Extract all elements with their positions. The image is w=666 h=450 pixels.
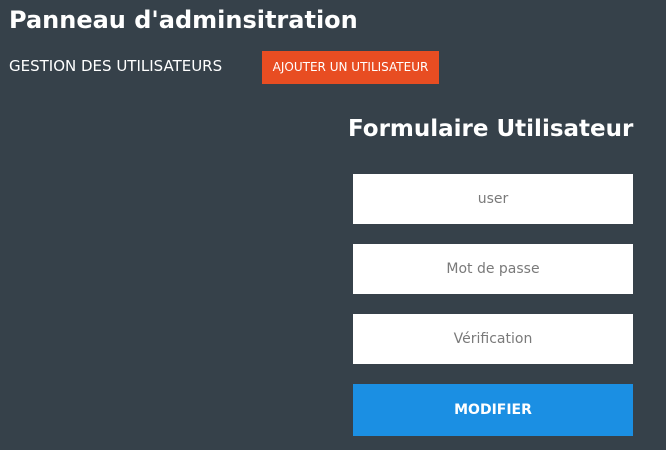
add-user-button[interactable]: AJOUTER UN UTILISATEUR xyxy=(262,51,439,84)
form-title: Formulaire Utilisateur xyxy=(348,116,634,142)
page-title: Panneau d'adminsitration xyxy=(9,6,358,34)
password-input[interactable] xyxy=(353,244,633,294)
user-input[interactable] xyxy=(353,174,633,224)
modify-button[interactable]: MODIFIER xyxy=(353,384,633,436)
user-management-link[interactable]: GESTION DES UTILISATEURS xyxy=(9,56,222,76)
password-verification-input[interactable] xyxy=(353,314,633,364)
admin-page: Panneau d'adminsitration GESTION DES UTI… xyxy=(0,0,666,450)
